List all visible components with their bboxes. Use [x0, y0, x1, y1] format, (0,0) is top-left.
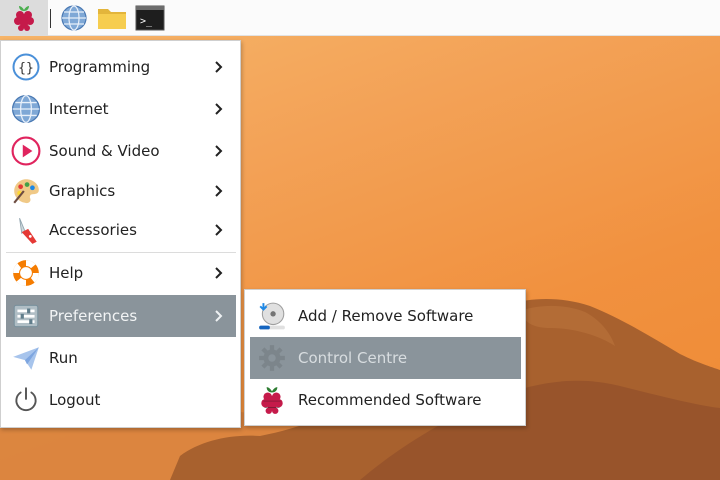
pocket-knife-icon [11, 215, 41, 245]
menu-item-sound-video[interactable]: Sound & Video [6, 130, 236, 172]
power-icon [11, 385, 41, 415]
software-install-icon [257, 301, 287, 331]
chevron-right-icon [215, 103, 223, 115]
preferences-icon [11, 301, 41, 331]
menu-item-label: Graphics [49, 182, 116, 200]
programming-braces-icon: {} [11, 52, 41, 82]
globe-icon [11, 94, 41, 124]
taskbar: >_ [0, 0, 720, 36]
submenu-item-label: Add / Remove Software [298, 307, 474, 325]
raspberry-menu-button[interactable] [0, 0, 48, 36]
menu-item-graphics[interactable]: Graphics [6, 170, 236, 212]
raspberry-icon [257, 385, 287, 415]
menu-item-preferences[interactable]: Preferences [6, 295, 236, 337]
raspberry-icon [14, 6, 34, 31]
menu-item-label: Accessories [49, 221, 137, 239]
application-menu: {} Programming Internet Sound & Video Gr… [0, 40, 241, 428]
terminal-glyph: >_ [140, 16, 153, 27]
globe-icon [61, 5, 87, 31]
chevron-right-icon [215, 224, 223, 236]
chevron-right-icon [215, 185, 223, 197]
gear-icon [257, 343, 287, 373]
menu-item-label: Programming [49, 58, 151, 76]
terminal-icon: >_ [135, 5, 165, 31]
paper-plane-icon [11, 343, 41, 373]
menu-item-label: Preferences [49, 307, 138, 325]
menu-item-label: Internet [49, 100, 109, 118]
menu-item-accessories[interactable]: Accessories [6, 209, 236, 251]
web-browser-launcher[interactable] [57, 0, 91, 36]
palette-icon [11, 176, 41, 206]
chevron-right-icon [215, 310, 223, 322]
menu-item-programming[interactable]: {} Programming [6, 46, 236, 88]
menu-item-label: Logout [49, 391, 101, 409]
submenu-item-add-remove-software[interactable]: Add / Remove Software [250, 295, 521, 337]
folder-icon [98, 9, 126, 29]
chevron-right-icon [215, 145, 223, 157]
chevron-right-icon [215, 267, 223, 279]
submenu-item-label: Control Centre [298, 349, 408, 367]
chevron-right-icon [215, 61, 223, 73]
file-manager-launcher[interactable] [95, 0, 129, 36]
menu-item-help[interactable]: Help [6, 252, 236, 294]
menu-item-label: Run [49, 349, 78, 367]
menu-item-label: Help [49, 264, 84, 282]
menu-item-logout[interactable]: Logout [6, 379, 236, 421]
menu-item-internet[interactable]: Internet [6, 88, 236, 130]
preferences-submenu: Add / Remove Software Control Centre Rec… [244, 289, 526, 426]
submenu-item-label: Recommended Software [298, 391, 482, 409]
submenu-item-recommended-software[interactable]: Recommended Software [250, 379, 521, 421]
terminal-launcher[interactable]: >_ [133, 0, 167, 36]
lifebuoy-icon [11, 258, 41, 288]
svg-text:{}: {} [18, 61, 34, 76]
menu-item-label: Sound & Video [49, 142, 160, 160]
taskbar-separator [50, 9, 51, 28]
play-icon [11, 136, 41, 166]
submenu-item-control-centre[interactable]: Control Centre [250, 337, 521, 379]
menu-item-run[interactable]: Run [6, 337, 236, 379]
